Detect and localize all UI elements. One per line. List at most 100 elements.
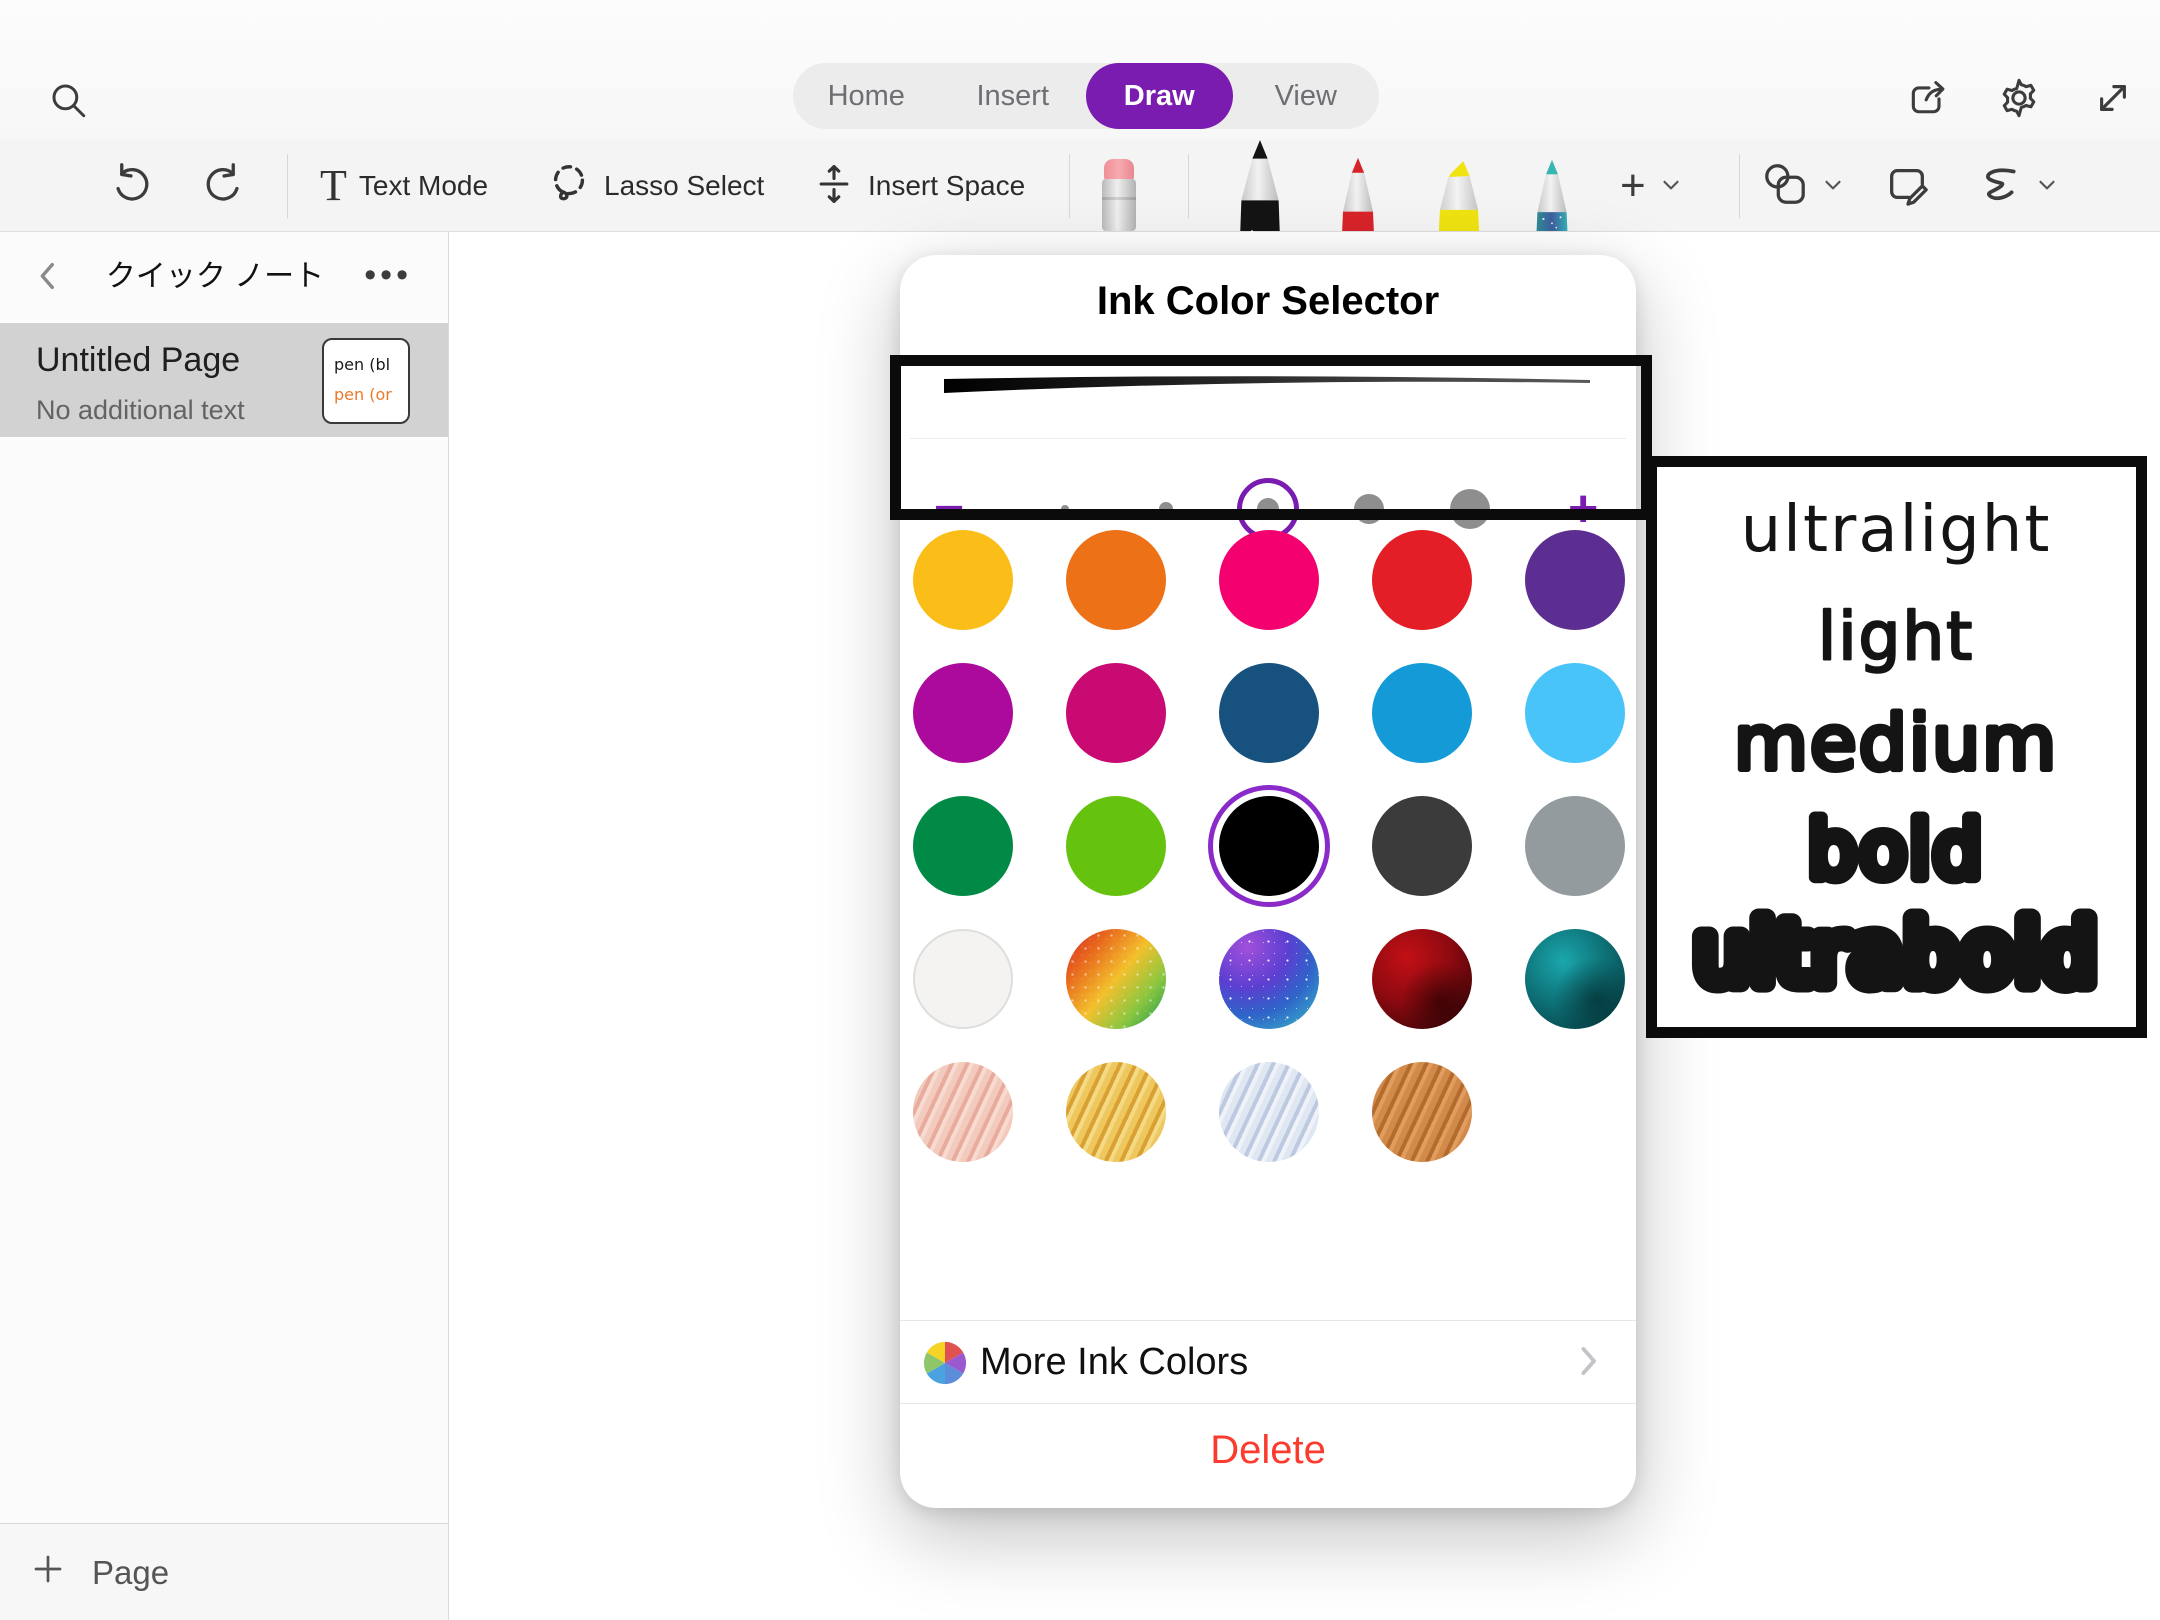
ink-color-rose-gold[interactable] <box>913 1062 1013 1162</box>
search-button[interactable] <box>46 78 90 122</box>
eraser-tool[interactable] <box>1085 157 1153 231</box>
page-list-item-selected[interactable]: Untitled Page No additional text pen (bl… <box>0 323 448 437</box>
size-dot-40[interactable] <box>1450 489 1490 529</box>
plus-icon: + <box>1620 140 1646 232</box>
note-pen-icon <box>1884 161 1930 212</box>
scribble-icon <box>1972 159 2022 214</box>
ribbon-tab-bar: Home Insert Draw View <box>793 63 1379 129</box>
text-mode-icon: T <box>320 164 347 208</box>
ink-color-purple[interactable] <box>1525 530 1625 630</box>
size-dot-30[interactable] <box>1354 494 1384 524</box>
chevron-down-icon <box>1820 171 1846 202</box>
insert-space-label: Insert Space <box>868 170 1025 202</box>
weight-sample-light: light <box>1818 598 1974 675</box>
ink-color-orange[interactable] <box>1066 530 1166 630</box>
ink-color-sky-blue[interactable] <box>1525 663 1625 763</box>
search-icon <box>47 79 89 121</box>
ink-color-dark-gray[interactable] <box>1372 796 1472 896</box>
ink-color-galaxy[interactable] <box>1219 929 1319 1029</box>
text-mode-button[interactable]: T Text Mode <box>320 140 488 232</box>
chevron-down-icon <box>1658 171 1684 202</box>
lasso-select-label: Lasso Select <box>604 170 764 202</box>
share-button[interactable] <box>1905 75 1951 121</box>
more-ink-colors-row[interactable]: More Ink Colors <box>900 1321 1636 1403</box>
add-page-label: Page <box>92 1554 169 1592</box>
increase-size-button[interactable]: + <box>1568 483 1598 535</box>
ink-color-blue[interactable] <box>1372 663 1472 763</box>
size-dot-22[interactable] <box>1257 498 1279 520</box>
page-list-sidebar: クイック ノート ••• Untitled Page No additional… <box>0 232 449 1620</box>
insert-space-button[interactable]: Insert Space <box>812 140 1025 232</box>
ink-color-grid <box>913 530 1625 1162</box>
size-dot-8[interactable] <box>1061 505 1069 513</box>
chevron-left-icon <box>31 259 65 293</box>
ink-color-bronze[interactable] <box>1372 1062 1472 1162</box>
tab-view[interactable]: View <box>1233 63 1380 129</box>
sidebar-header: クイック ノート ••• <box>0 232 448 322</box>
ink-color-magenta[interactable] <box>913 663 1013 763</box>
toolbar-divider <box>1069 154 1070 218</box>
pen-red-icon <box>1331 157 1385 231</box>
redo-icon <box>203 162 247 211</box>
sidebar-footer: Page <box>0 1523 448 1620</box>
back-button[interactable] <box>28 256 68 296</box>
weight-sample-medium: medium <box>1734 698 2058 787</box>
ink-color-lime-green[interactable] <box>1066 796 1166 896</box>
redo-button[interactable] <box>203 140 247 232</box>
ink-color-gray[interactable] <box>1525 796 1625 896</box>
ink-color-red[interactable] <box>1372 530 1472 630</box>
ink-color-teal-marble[interactable] <box>1525 929 1625 1029</box>
lasso-icon <box>546 161 592 212</box>
ink-color-black[interactable] <box>1219 796 1319 896</box>
ink-replay-button[interactable] <box>1972 140 2060 232</box>
add-page-button[interactable]: Page <box>30 1524 169 1620</box>
text-mode-label: Text Mode <box>359 170 488 202</box>
expand-icon <box>2092 77 2134 119</box>
more-ink-colors-label: More Ink Colors <box>980 1321 1248 1403</box>
ink-color-green[interactable] <box>913 796 1013 896</box>
handwriting-samples: ultralight light medium boldultrabold <box>1657 467 2136 1027</box>
eraser-icon <box>1091 157 1147 231</box>
ink-to-text-button[interactable] <box>1884 140 1930 232</box>
ink-color-navy-blue[interactable] <box>1219 663 1319 763</box>
fullscreen-button[interactable] <box>2090 75 2136 121</box>
weight-sample-ultrabold: ultrabold <box>1694 904 2098 1004</box>
pencil-galaxy[interactable] <box>1520 159 1584 231</box>
lasso-select-button[interactable]: Lasso Select <box>546 140 764 232</box>
pen-red[interactable] <box>1326 157 1390 231</box>
thumbnail-ink-line: pen (bl <box>334 350 408 380</box>
ink-color-pink[interactable] <box>1219 530 1319 630</box>
more-options-button[interactable]: ••• <box>364 232 412 318</box>
onenote-draw-screen: Home Insert Draw View <box>0 0 2160 1620</box>
size-dot-14[interactable] <box>1159 502 1173 516</box>
insert-space-icon <box>812 162 856 211</box>
shapes-button[interactable] <box>1762 140 1846 232</box>
plus-icon <box>30 1551 66 1595</box>
settings-button[interactable] <box>1996 75 2042 121</box>
ink-color-gold-foil[interactable] <box>1066 1062 1166 1162</box>
ink-color-raspberry[interactable] <box>1066 663 1166 763</box>
shapes-icon <box>1762 161 1808 212</box>
draw-toolbar: T Text Mode Lasso Select Insert Space <box>0 140 2160 232</box>
ink-color-selector-popup: Ink Color Selector − + <box>900 255 1636 1508</box>
ink-color-white[interactable] <box>913 929 1013 1029</box>
ink-color-silver[interactable] <box>1219 1062 1319 1162</box>
page-subtitle: No additional text <box>36 395 245 426</box>
weight-sample-bold: bold <box>1808 806 1984 896</box>
ink-color-yellow[interactable] <box>913 530 1013 630</box>
tab-insert[interactable]: Insert <box>940 63 1087 129</box>
add-pen-button[interactable]: + <box>1620 140 1684 232</box>
pen-black-icon <box>1229 139 1291 231</box>
pen-black-selected[interactable] <box>1226 139 1294 231</box>
tab-home[interactable]: Home <box>793 63 940 129</box>
highlighter-yellow[interactable] <box>1424 159 1494 231</box>
undo-button[interactable] <box>108 140 152 232</box>
color-wheel-icon <box>922 1340 968 1391</box>
ink-color-rainbow-glitter[interactable] <box>1066 929 1166 1029</box>
ink-color-red-marble[interactable] <box>1372 929 1472 1029</box>
popup-title: Ink Color Selector <box>900 279 1636 324</box>
delete-pen-button[interactable]: Delete <box>900 1404 1636 1496</box>
tab-draw[interactable]: Draw <box>1086 63 1233 129</box>
weight-sample-ultralight: ultralight <box>1741 493 2052 567</box>
stroke-width-preview <box>940 363 1596 407</box>
